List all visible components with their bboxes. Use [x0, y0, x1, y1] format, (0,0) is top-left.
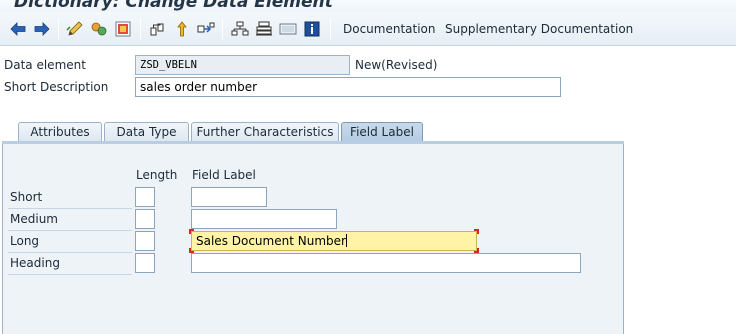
- short-description-label: Short Description: [4, 80, 109, 94]
- screen-icon[interactable]: [279, 20, 297, 38]
- row-divider: [8, 230, 132, 231]
- data-element-label: Data element: [4, 58, 86, 72]
- supplementary-documentation-button[interactable]: Supplementary Documentation: [445, 22, 633, 36]
- panel-top-border: [2, 141, 624, 144]
- where-used-icon[interactable]: [173, 20, 191, 38]
- tab-further-characteristics[interactable]: Further Characteristics: [191, 122, 339, 142]
- short-row-label: Short: [10, 190, 43, 204]
- short-description-input[interactable]: sales order number: [135, 77, 561, 97]
- other-object-icon[interactable]: [90, 20, 108, 38]
- tab-strip: Attributes Data Type Further Characteris…: [0, 122, 624, 142]
- info-icon[interactable]: [303, 20, 321, 38]
- medium-field-label-input[interactable]: [191, 209, 337, 229]
- tab-field-label[interactable]: Field Label: [341, 122, 423, 142]
- long-length-input[interactable]: [135, 231, 155, 251]
- medium-row-label: Medium: [10, 212, 58, 226]
- heading-field-label-input[interactable]: [191, 253, 581, 273]
- toolbar-separator: [330, 18, 331, 40]
- field-label-column-header: Field Label: [192, 168, 256, 182]
- status-text: New(Revised): [355, 58, 438, 72]
- back-icon[interactable]: [9, 20, 27, 38]
- heading-length-input[interactable]: [135, 253, 155, 273]
- documentation-button[interactable]: Documentation: [343, 22, 436, 36]
- tab-data-type[interactable]: Data Type: [104, 122, 189, 142]
- text-cursor: [345, 234, 347, 247]
- toolbar-separator: [58, 18, 59, 40]
- activate-icon[interactable]: [114, 20, 132, 38]
- title-bar: Dictionary: Change Data Element: [0, 0, 736, 12]
- heading-row-label: Heading: [10, 256, 60, 270]
- toolbar-separator: [140, 18, 141, 40]
- long-field-label-input[interactable]: Sales Document Number: [191, 231, 477, 251]
- display-object-list-icon[interactable]: [255, 20, 273, 38]
- row-divider: [8, 208, 132, 209]
- focus-marker: [474, 229, 479, 234]
- tab-attributes[interactable]: Attributes: [18, 122, 102, 142]
- hierarchy-icon[interactable]: [197, 20, 215, 38]
- short-field-label-input[interactable]: [191, 187, 267, 207]
- window-title: Dictionary: Change Data Element: [14, 0, 333, 12]
- check-icon[interactable]: [149, 20, 167, 38]
- long-field-label-text: Sales Document Number: [196, 234, 346, 248]
- length-column-header: Length: [136, 168, 178, 182]
- long-row-label: Long: [10, 234, 40, 248]
- focus-marker: [189, 229, 194, 234]
- display-change-icon[interactable]: [66, 20, 84, 38]
- data-element-field: ZSD_VBELN: [135, 55, 350, 75]
- short-length-input[interactable]: [135, 187, 155, 207]
- row-divider: [8, 274, 132, 275]
- application-toolbar: Documentation Supplementary Documentatio…: [0, 12, 736, 46]
- forward-icon[interactable]: [33, 20, 51, 38]
- medium-length-input[interactable]: [135, 209, 155, 229]
- print-icon[interactable]: [231, 20, 249, 38]
- row-divider: [8, 252, 132, 253]
- toolbar-separator: [222, 18, 223, 40]
